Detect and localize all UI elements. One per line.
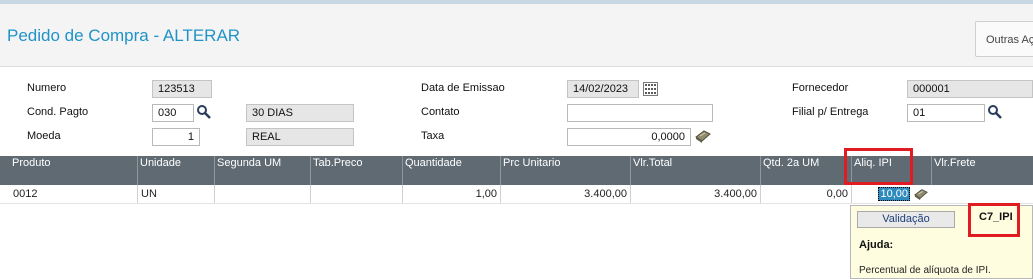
moeda-description: REAL	[246, 128, 354, 146]
cell-aliq-ipi[interactable]: 10,00	[852, 185, 932, 203]
column-header-segunda-um[interactable]: Segunda UM	[215, 156, 311, 185]
taxa-label: Taxa	[421, 130, 445, 142]
search-icon[interactable]	[196, 104, 212, 120]
contato-field[interactable]	[567, 104, 713, 122]
numero-field[interactable]: 123513	[152, 80, 212, 98]
moeda-field[interactable]: 1	[152, 128, 200, 146]
cell-prc-unitario[interactable]: 3.400,00	[501, 185, 631, 203]
filial-entrega-field[interactable]: 01	[907, 104, 985, 122]
table-row[interactable]: 0012 UN 1,00 3.400,00 3.400,00 0,00 10,0…	[0, 185, 1033, 204]
cond-pagto-description: 30 DIAS	[246, 104, 354, 122]
page-header: Pedido de Compra - ALTERAR Outras Açõ	[0, 4, 1033, 67]
data-emissao-label: Data de Emissao	[421, 82, 505, 94]
field-name-highlight	[968, 203, 1020, 237]
help-text: Percentual de alíquota de IPI.	[859, 265, 991, 276]
search-icon[interactable]	[987, 104, 1003, 120]
filial-entrega-label: Filial p/ Entrega	[792, 106, 869, 118]
cond-pagto-field[interactable]: 030	[152, 104, 194, 122]
column-header-qtd-2a-um[interactable]: Qtd. 2a UM	[761, 156, 852, 185]
contato-label: Contato	[421, 106, 460, 118]
aliq-ipi-input[interactable]: 10,00	[878, 187, 910, 201]
fornecedor-field[interactable]: 000001	[907, 80, 1033, 98]
calculator-icon[interactable]	[694, 128, 712, 144]
calculator-icon[interactable]	[912, 187, 930, 201]
taxa-field[interactable]: 0,0000	[567, 128, 691, 146]
data-emissao-field[interactable]: 14/02/2023	[567, 80, 639, 98]
column-header-prc-unitario[interactable]: Prc Unitario	[501, 156, 631, 185]
column-header-unidade[interactable]: Unidade	[138, 156, 215, 185]
column-header-produto[interactable]: Produto	[10, 156, 138, 185]
column-header-vlr-frete[interactable]: Vlr.Frete	[932, 156, 1033, 185]
cond-pagto-label: Cond. Pagto	[27, 106, 89, 118]
cell-vlr-frete[interactable]	[932, 185, 1033, 203]
cell-unidade[interactable]: UN	[138, 185, 215, 203]
calendar-icon[interactable]	[643, 82, 658, 96]
aliq-ipi-highlight	[844, 148, 913, 185]
other-actions-button[interactable]: Outras Açõ	[975, 21, 1033, 57]
cell-segunda-um[interactable]	[215, 185, 311, 203]
cell-vlr-total[interactable]: 3.400,00	[631, 185, 761, 203]
cell-quantidade[interactable]: 1,00	[403, 185, 501, 203]
validation-button[interactable]: Validação	[857, 211, 955, 228]
column-header-vlr-total[interactable]: Vlr.Total	[631, 156, 761, 185]
column-header-tab-preco[interactable]: Tab.Preco	[311, 156, 403, 185]
column-header-quantidade[interactable]: Quantidade	[403, 156, 501, 185]
numero-label: Numero	[27, 82, 67, 94]
fornecedor-label: Fornecedor	[792, 82, 849, 94]
cell-tab-preco[interactable]	[311, 185, 403, 203]
cell-qtd-2a-um[interactable]: 0,00	[761, 185, 852, 203]
page-title: Pedido de Compra - ALTERAR	[7, 26, 241, 45]
cell-produto[interactable]: 0012	[10, 185, 138, 203]
moeda-label: Moeda	[27, 130, 61, 142]
help-heading: Ajuda:	[859, 239, 894, 251]
